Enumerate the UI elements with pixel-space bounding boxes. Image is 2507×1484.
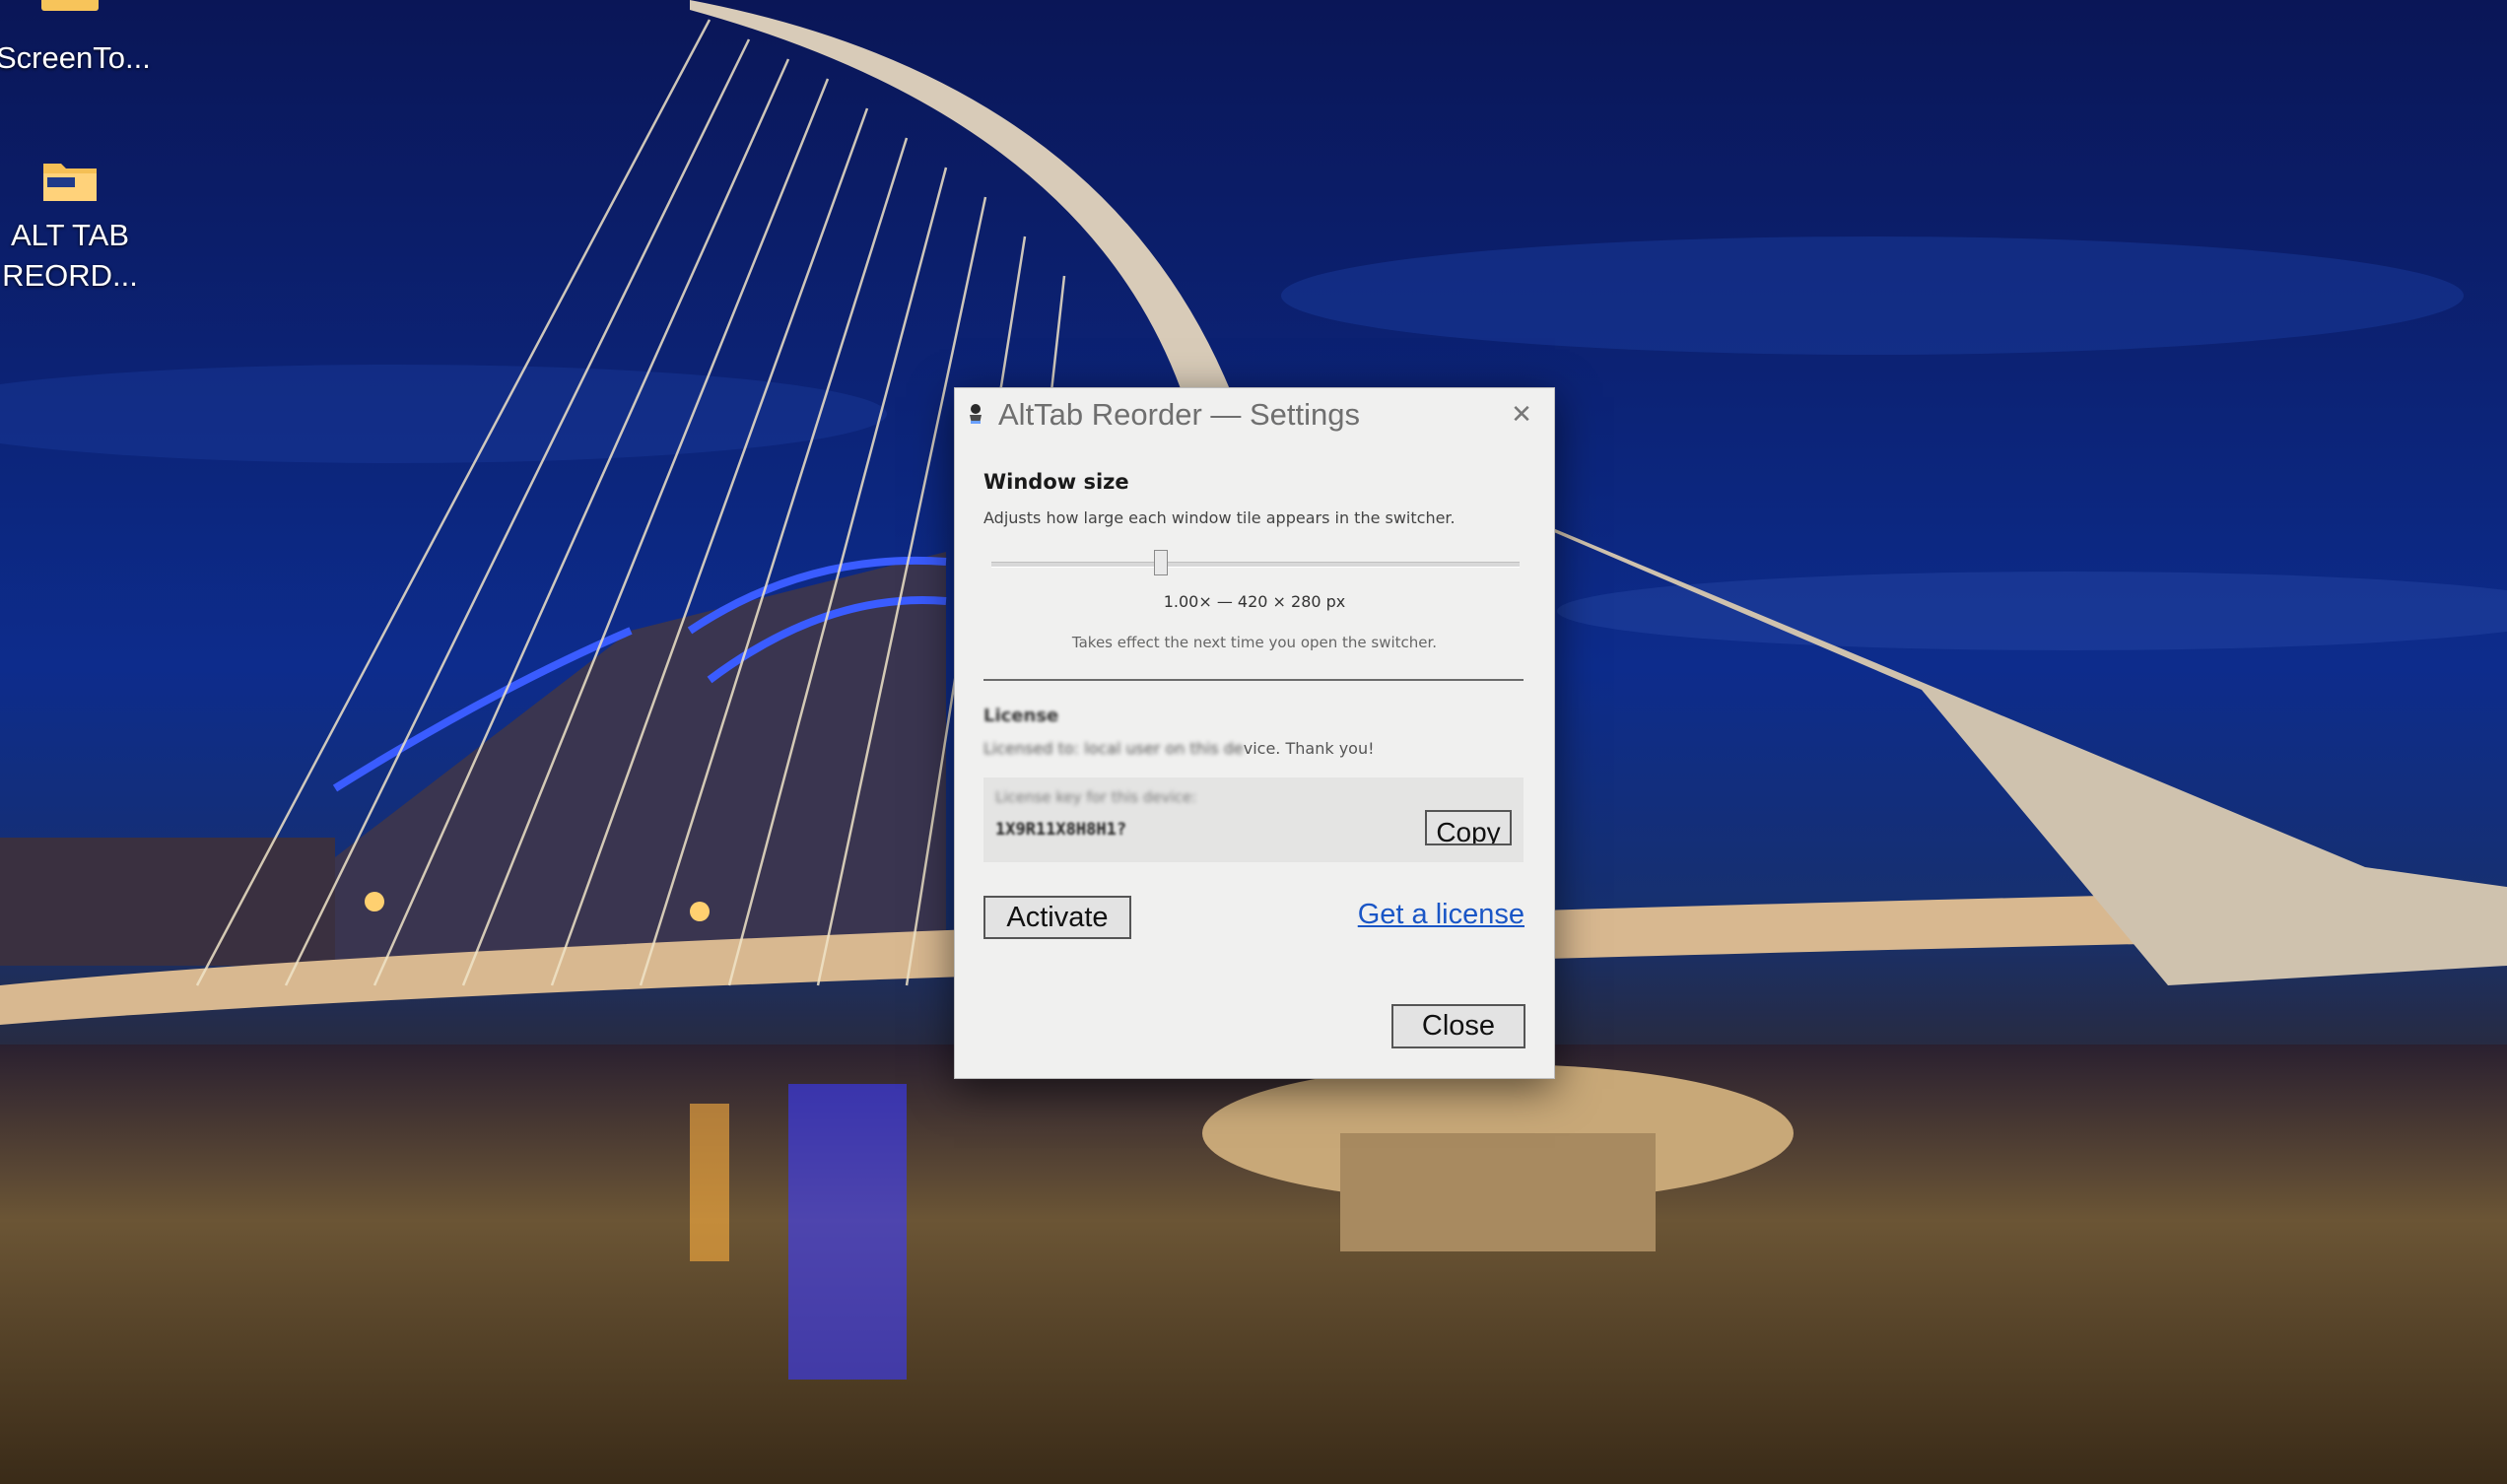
window-size-readout: 1.00× — 420 × 280 px: [1163, 592, 1346, 611]
desktop-icon-label: ScreenTo...: [0, 40, 151, 75]
title-bar[interactable]: AltTab Reorder — Settings ✕: [955, 388, 1554, 443]
window-size-slider-thumb[interactable]: [1154, 550, 1168, 575]
section-divider: [983, 679, 1524, 681]
license-description: Licensed to: local user on this device. …: [983, 739, 1375, 758]
activate-button[interactable]: Activate: [983, 896, 1131, 939]
license-description-redacted: Licensed to: local user on this de: [983, 739, 1244, 758]
close-button[interactable]: Close: [1391, 1004, 1525, 1048]
window-title: AltTab Reorder — Settings: [998, 397, 1361, 432]
close-icon[interactable]: ✕: [1507, 400, 1536, 430]
license-description-visible: vice. Thank you!: [1243, 739, 1375, 758]
license-key-box: License key for this device: 1X9R11X8H8H…: [983, 777, 1524, 862]
copy-button[interactable]: Copy: [1425, 810, 1512, 845]
file-icon: [41, 0, 99, 26]
desktop-icon-label-line1: ALT TAB: [10, 218, 130, 252]
get-license-link[interactable]: Get a license: [1358, 899, 1525, 931]
window-size-heading: Window size: [983, 470, 1129, 494]
app-icon: [968, 403, 983, 425]
license-key-value: 1X9R11X8H8H1?: [995, 820, 1127, 840]
settings-dialog: AltTab Reorder — Settings ✕ Window size …: [954, 387, 1555, 1079]
folder-icon: [41, 158, 99, 203]
license-key-label: License key for this device:: [995, 788, 1197, 806]
desktop-icon-label-line2: REORD...: [2, 258, 138, 293]
desktop-icon-screento[interactable]: ScreenTo...: [0, 0, 151, 78]
window-size-note: Takes effect the next time you open the …: [1071, 634, 1438, 651]
desktop: ScreenTo... ALT TAB REORD... AltTab Reor…: [0, 0, 2507, 1484]
license-heading: License: [983, 706, 1059, 726]
desktop-icon-alt-tab-reorder[interactable]: ALT TAB REORD...: [0, 158, 144, 296]
window-size-description: Adjusts how large each window tile appea…: [983, 508, 1456, 527]
window-size-slider-track[interactable]: [991, 562, 1520, 568]
